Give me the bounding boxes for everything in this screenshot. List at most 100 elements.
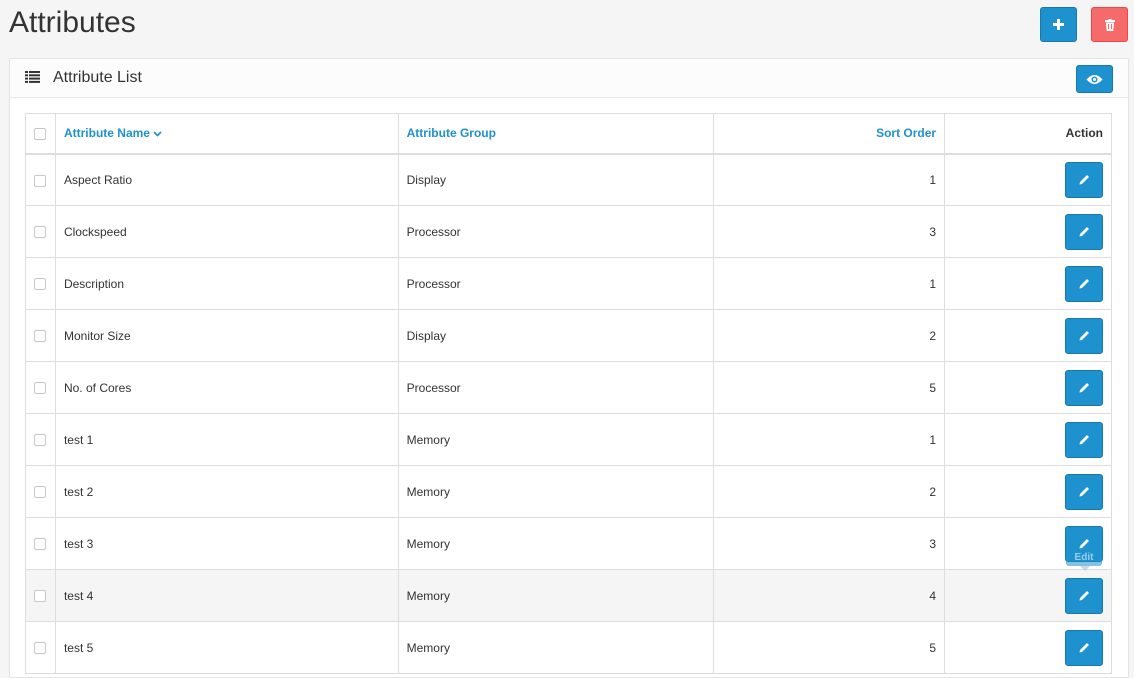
column-header-name: Attribute Name: [54, 113, 399, 155]
attribute-name-cell: test 3: [54, 517, 399, 570]
attribute-name-cell: test 5: [54, 621, 399, 674]
pencil-icon: [1079, 279, 1089, 289]
row-checkbox[interactable]: [34, 642, 47, 655]
pencil-icon: [1079, 435, 1089, 445]
column-header-action: Action: [944, 113, 1112, 155]
attribute-group-cell: Processor: [397, 361, 715, 414]
row-checkbox[interactable]: [34, 330, 47, 343]
row-check-cell: [25, 257, 56, 310]
pencil-icon: [1079, 591, 1089, 601]
sort-order-cell: 1: [713, 153, 946, 206]
row-check-cell: [25, 361, 56, 414]
sort-order-cell: 3: [713, 205, 946, 258]
edit-button[interactable]: [1065, 369, 1103, 406]
attribute-name-cell: Clockspeed: [54, 205, 399, 258]
action-cell: [944, 309, 1112, 362]
sort-order-cell: 1: [713, 413, 946, 466]
row-checkbox[interactable]: [34, 278, 47, 291]
pencil-icon: [1079, 643, 1089, 653]
pencil-icon: [1079, 539, 1089, 549]
attribute-group-cell: Memory: [397, 465, 715, 518]
plus-icon: [1053, 19, 1064, 30]
list-icon: [25, 71, 40, 83]
action-cell: [944, 205, 1112, 258]
row-check-cell: [25, 621, 56, 674]
row-checkbox[interactable]: [34, 382, 47, 395]
action-cell: [944, 465, 1112, 518]
table-row: test 3 Memory 3: [25, 517, 1112, 570]
table-header-row: Attribute Name Attribute Group Sort Orde…: [25, 113, 1112, 155]
attribute-name-cell: Monitor Size: [54, 309, 399, 362]
page-header: Attributes: [0, 0, 1134, 58]
sort-order-cell: 3: [713, 517, 946, 570]
row-check-cell: [25, 569, 56, 622]
row-checkbox[interactable]: [34, 538, 47, 551]
panel-heading: Attribute List: [10, 59, 1128, 98]
edit-button[interactable]: [1065, 265, 1103, 302]
attribute-group-cell: Processor: [397, 205, 715, 258]
pencil-icon: [1079, 487, 1089, 497]
attribute-group-cell: Processor: [397, 257, 715, 310]
table-row: test 2 Memory 2: [25, 465, 1112, 518]
sort-order-cell: 5: [713, 361, 946, 414]
row-checkbox[interactable]: [34, 434, 47, 447]
action-cell: [944, 257, 1112, 310]
delete-button[interactable]: [1091, 7, 1128, 42]
action-cell: [944, 413, 1112, 466]
row-check-cell: [25, 309, 56, 362]
sort-by-group-link[interactable]: Attribute Group: [407, 126, 496, 140]
column-header-sort: Sort Order: [713, 113, 946, 155]
edit-button[interactable]: [1065, 629, 1103, 666]
pencil-icon: [1079, 331, 1089, 341]
page-title: Attributes: [9, 6, 136, 39]
table-row: test 4 Memory 4: [25, 569, 1112, 622]
row-checkbox[interactable]: [34, 590, 47, 603]
filter-toggle-button[interactable]: [1076, 65, 1113, 93]
edit-button[interactable]: [1065, 317, 1103, 354]
select-all-cell: [25, 113, 56, 155]
row-checkbox[interactable]: [34, 226, 47, 239]
row-check-cell: [25, 465, 56, 518]
attribute-name-cell: test 2: [54, 465, 399, 518]
attribute-group-cell: Display: [397, 153, 715, 206]
attribute-name-cell: Aspect Ratio: [54, 153, 399, 206]
edit-button[interactable]: [1065, 421, 1103, 458]
eye-icon: [1086, 74, 1103, 84]
sort-order-cell: 2: [713, 465, 946, 518]
edit-button[interactable]: [1065, 213, 1103, 250]
column-header-group: Attribute Group: [397, 113, 715, 155]
pencil-icon: [1079, 175, 1089, 185]
action-cell: [944, 153, 1112, 206]
edit-button[interactable]: [1065, 577, 1103, 614]
attribute-group-cell: Memory: [397, 413, 715, 466]
row-check-cell: [25, 153, 56, 206]
select-all-checkbox[interactable]: [34, 128, 47, 141]
attribute-name-cell: test 1: [54, 413, 399, 466]
table-row: Aspect Ratio Display 1: [25, 153, 1112, 206]
attribute-group-cell: Memory: [397, 621, 715, 674]
sort-order-cell: 4: [713, 569, 946, 622]
column-name-label: Attribute Name: [63, 126, 150, 141]
action-cell: [944, 361, 1112, 414]
pencil-icon: [1079, 383, 1089, 393]
attribute-group-cell: Display: [397, 309, 715, 362]
sort-order-cell: 1: [713, 257, 946, 310]
sort-by-sort-order-link[interactable]: Sort Order: [876, 126, 936, 140]
row-check-cell: [25, 517, 56, 570]
attribute-name-cell: Description: [54, 257, 399, 310]
row-check-cell: [25, 205, 56, 258]
add-new-button[interactable]: [1040, 7, 1077, 42]
edit-button[interactable]: [1065, 473, 1103, 510]
sort-order-cell: 2: [713, 309, 946, 362]
sort-by-name-link[interactable]: Attribute Name: [64, 126, 162, 140]
row-checkbox[interactable]: [34, 174, 47, 187]
edit-button[interactable]: [1065, 161, 1103, 198]
table-row: Description Processor 1: [25, 257, 1112, 310]
chevron-down-icon: [153, 131, 162, 137]
table-row: Monitor Size Display 2: [25, 309, 1112, 362]
trash-icon: [1104, 18, 1115, 31]
action-cell: [944, 569, 1112, 622]
attribute-group-cell: Memory: [397, 517, 715, 570]
row-checkbox[interactable]: [34, 486, 47, 499]
attribute-name-cell: test 4: [54, 569, 399, 622]
